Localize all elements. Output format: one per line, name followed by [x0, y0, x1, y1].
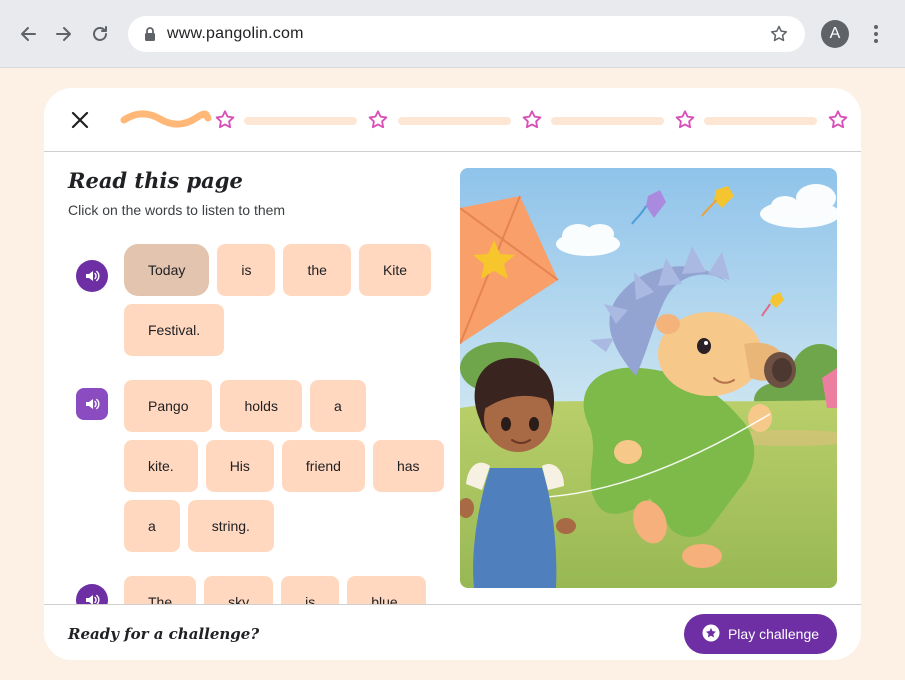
word-chip[interactable]: string.	[187, 500, 274, 552]
word-chip[interactable]: kite.	[124, 440, 198, 492]
lock-icon	[144, 26, 156, 47]
play-challenge-button[interactable]: Play challenge	[684, 614, 837, 654]
address-bar[interactable]: www.pangolin.com	[128, 16, 805, 52]
word-chip[interactable]: is	[281, 576, 340, 604]
progress-star-icon	[828, 110, 848, 129]
progress-segment	[398, 117, 511, 125]
sentence-row: Pango holds a kite. His friend has a str…	[44, 380, 454, 568]
reading-pane[interactable]: Today is the Kite Festival. Pango holds …	[44, 236, 454, 604]
word-chip[interactable]: has	[372, 440, 444, 492]
word-list: Pango holds a kite. His friend has a str…	[124, 380, 444, 552]
story-illustration	[460, 168, 837, 588]
sentence-row: Today is the Kite Festival.	[44, 244, 454, 372]
challenge-footer: Ready for a challenge? Play challenge	[44, 604, 861, 660]
progress-segment	[244, 117, 357, 125]
lesson-card: Read this page Click on the words to lis…	[44, 88, 861, 660]
lesson-progress	[118, 106, 853, 134]
word-chip[interactable]: holds	[220, 380, 302, 432]
word-chip[interactable]: a	[309, 380, 366, 432]
progress-segment	[551, 117, 664, 125]
sentence-row: The sky is blue.	[44, 576, 454, 604]
lesson-header	[44, 88, 861, 152]
profile-avatar[interactable]: A	[821, 20, 849, 48]
word-chip[interactable]: Kite	[358, 244, 432, 296]
progress-segment	[704, 117, 817, 125]
word-chip[interactable]: friend	[281, 440, 365, 492]
progress-star-icon	[675, 110, 695, 129]
word-chip[interactable]: Today	[124, 244, 210, 296]
word-list: Today is the Kite Festival.	[124, 244, 444, 356]
word-chip[interactable]: a	[124, 500, 180, 552]
progress-segment-done	[120, 110, 212, 128]
browser-toolbar: www.pangolin.com A	[0, 0, 905, 68]
word-chip[interactable]: His	[205, 440, 274, 492]
forward-icon[interactable]	[52, 22, 76, 46]
speaker-icon[interactable]	[76, 260, 108, 292]
reload-icon[interactable]	[88, 22, 112, 46]
play-challenge-label: Play challenge	[727, 626, 820, 642]
word-chip[interactable]: Festival.	[124, 304, 225, 356]
speaker-icon[interactable]	[76, 584, 108, 604]
star-circle-icon	[702, 624, 720, 645]
progress-star-icon	[215, 110, 235, 129]
word-chip[interactable]: the	[283, 244, 351, 296]
word-chip[interactable]: The	[124, 576, 197, 604]
word-chip[interactable]: Pango	[124, 380, 213, 432]
close-icon[interactable]	[68, 108, 92, 132]
back-icon[interactable]	[16, 22, 40, 46]
progress-star-icon	[522, 110, 542, 129]
word-chip[interactable]: is	[217, 244, 276, 296]
progress-star-icon	[368, 110, 388, 129]
page-instructions: Click on the words to listen to them	[68, 202, 286, 218]
word-list: The sky is blue.	[124, 576, 444, 604]
more-menu-icon[interactable]	[866, 22, 886, 46]
url-text: www.pangolin.com	[167, 25, 304, 42]
speaker-icon[interactable]	[76, 388, 108, 420]
page-title: Read this page	[68, 168, 243, 193]
challenge-prompt: Ready for a challenge?	[68, 625, 260, 643]
word-chip[interactable]: blue.	[347, 576, 426, 604]
word-chip[interactable]: sky	[204, 576, 274, 604]
bookmark-star-icon[interactable]	[769, 24, 789, 49]
